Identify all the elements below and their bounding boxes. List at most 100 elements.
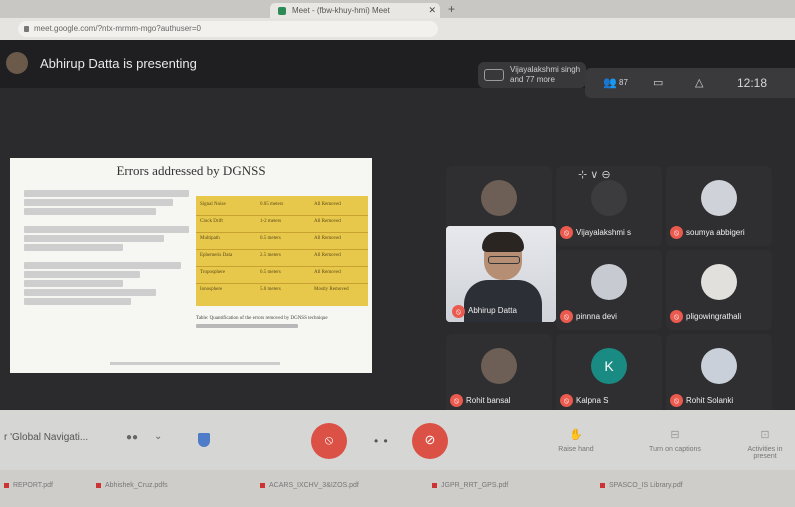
muted-mic-icon: ⦸ [450,394,463,407]
participants-chip-label: Vijayalakshmi singh and 77 more [510,65,581,84]
table-cell: 0.5 meters [260,236,281,241]
activities-icon[interactable]: △ [695,76,703,89]
activities-label: Activities in present [747,446,783,460]
download-item[interactable]: JGPR_RRT_GPS.pdf [432,482,508,489]
address-bar[interactable]: meet.google.com/?ntx-mrmm-mgo?authuser=0 [18,21,438,37]
table-cell: All Removed [314,270,341,275]
mic-off-icon: ⦸ [324,432,334,447]
muted-mic-icon: ⦸ [670,226,683,239]
camera-button[interactable]: ⊘ [412,423,448,459]
download-item[interactable]: Abhishek_Cruz.pdfs [96,482,168,489]
muted-mic-icon: ⦸ [670,310,683,323]
microphone-button[interactable]: ⦸ [311,423,347,459]
table-cell: Clock Drift [200,219,223,224]
table-cell: All Removed [314,236,341,241]
participant-tile[interactable]: ⦸ Vijayalakshmi s ⊹ ∨ ⊖ [556,166,662,246]
person-body [464,280,542,322]
tile-hover-controls[interactable]: ⊹ ∨ ⊖ [578,168,611,181]
close-tab-icon[interactable]: ✕ [428,3,436,18]
avatar [481,348,517,384]
participant-name: Kalpna S [576,396,609,405]
table-cell: Signal Noise [200,202,226,207]
download-item[interactable]: SPASCO_IS Library.pdf [600,482,683,489]
participant-name: pligowingrathali [686,312,742,321]
clock-text: 12:18 [737,76,768,90]
table-cell: Troposphere [200,270,226,275]
table-cell: 0.5 meters [260,270,281,275]
download-item[interactable]: ACARS_IXCHV_3&IZOS.pdf [260,482,359,489]
table-divider [196,283,368,284]
participant-tile[interactable]: ⦸ pligowingrathali [666,250,772,330]
download-item[interactable]: REPORT.pdf [4,482,53,489]
tab-title: Meet - (fbw-khuy-hmi) Meet [292,6,390,15]
more-button[interactable]: • • [374,434,389,448]
captions-icon: ⊟ [670,429,680,441]
raise-hand-label: Raise hand [558,446,594,453]
avatar [591,264,627,300]
captions-button[interactable]: ⊟ Turn on captions [640,428,710,453]
table-divider [196,232,368,233]
meet-header: Abhirup Datta is presenting Vijayalakshm… [0,40,795,98]
slide-bullets [24,188,189,307]
chevron-down-icon[interactable]: ⌄ [154,431,162,442]
muted-mic-icon: ⦸ [560,226,573,239]
participant-tile[interactable]: ⦸ soumya abbigeri [666,166,772,246]
pdf-file-icon [600,482,605,488]
download-name: ACARS_IXCHV_3&IZOS.pdf [269,482,359,489]
participant-tile[interactable]: K ⦸ Kalpna S [556,334,662,414]
avatar [701,348,737,384]
presented-slide: Errors addressed by DGNSS Signal Noise 0.… [10,158,372,373]
activities-icon: ⊡ [760,429,770,441]
new-tab-button[interactable]: + [448,2,455,16]
presenter-avatar [6,52,28,74]
activities-button[interactable]: ⊡ Activities in present [735,428,795,460]
glasses [488,256,520,264]
muted-mic-icon: ⦸ [560,394,573,407]
participant-name: Vijayalakshmi s [576,228,631,237]
participant-name: soumya abbigeri [686,228,745,237]
raise-hand-button[interactable]: ✋ Raise hand [541,428,611,453]
muted-mic-icon: ⦸ [452,305,465,318]
people-icon[interactable]: 👥 [603,76,617,89]
participant-tile[interactable]: ⦸ pinnna devi [556,250,662,330]
table-cell: 1-2 meters [260,219,282,224]
slide-title: Errors addressed by DGNSS [116,163,266,178]
pdf-file-icon [260,482,265,488]
participant-name: Rohit bansal [466,396,511,405]
avatar [591,180,627,216]
table-cell: 2.5 meters [260,253,281,258]
pdf-file-icon [432,482,437,488]
shield-icon[interactable] [198,433,210,447]
more-options-icon[interactable]: ●● [126,432,138,443]
table-caption: Table: Quantification of the errors remo… [196,316,366,334]
participant-name: Rohit Solanki [686,396,734,405]
participant-tile[interactable]: ⦸ Rohit Solanki [666,334,772,414]
browser-tab[interactable]: Meet - (fbw-khuy-hmi) Meet ✕ [270,3,440,18]
table-caption-text: Table: Quantification of the errors remo… [196,316,366,322]
url-text: meet.google.com/?ntx-mrmm-mgo?authuser=0 [34,24,201,33]
download-name: JGPR_RRT_GPS.pdf [441,482,509,489]
people-count: 87 [619,78,628,87]
table-cell: Ephemeris Data [200,253,233,258]
table-divider [196,249,368,250]
participant-name: pinnna devi [576,312,617,321]
table-cell: Ionosphere [200,287,223,292]
top-right-controls: 👥 87 ▭ △ 12:18 [585,68,795,98]
muted-mic-icon: ⦸ [670,394,683,407]
participants-chip[interactable]: Vijayalakshmi singh and 77 more [478,62,586,88]
download-name: SPASCO_IS Library.pdf [609,482,683,489]
download-name: Abhishek_Cruz.pdfs [105,482,168,489]
errors-table: Signal Noise 0.05 meters All Removed Clock … [196,196,368,306]
camera-off-icon: ⊘ [424,432,436,447]
meet-favicon-icon [278,7,286,15]
table-cell: All Removed [314,253,341,258]
participant-tile[interactable]: ⦸ Rohit bansal [446,334,552,414]
chat-icon[interactable]: ▭ [653,76,663,89]
table-divider [196,215,368,216]
participant-video-tile[interactable]: ⦸ Abhirup Datta [446,226,556,322]
address-bar-row: meet.google.com/?ntx-mrmm-mgo?authuser=0 [0,18,795,40]
hand-icon: ✋ [569,429,583,441]
slide-footer [110,362,280,365]
avatar [701,264,737,300]
table-cell: All Removed [314,202,341,207]
